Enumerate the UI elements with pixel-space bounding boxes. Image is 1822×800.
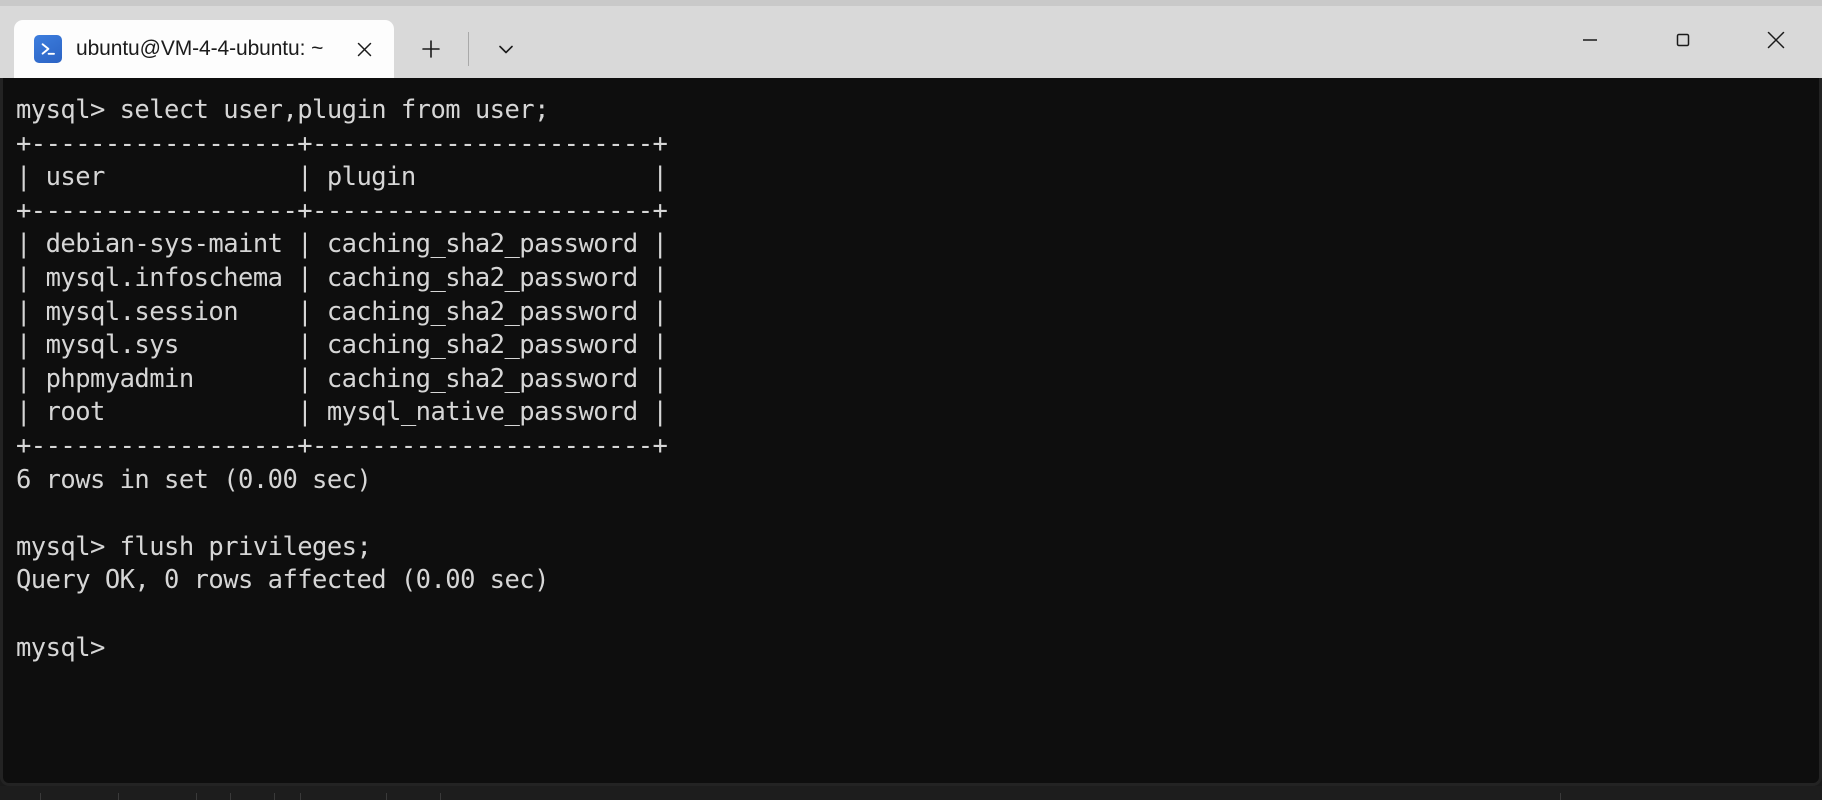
new-tab-group — [394, 20, 533, 78]
minimize-button[interactable] — [1543, 6, 1636, 74]
chevron-down-icon[interactable] — [479, 25, 533, 73]
close-tab-icon[interactable] — [344, 29, 384, 69]
terminal-text: mysql> select user,plugin from user; +--… — [16, 95, 668, 663]
maximize-button[interactable] — [1636, 6, 1729, 74]
terminal-output-pane[interactable]: mysql> select user,plugin from user; +--… — [0, 78, 1822, 786]
tab-strip: ubuntu@VM-4-4-ubuntu: ~ — [0, 6, 1543, 78]
tab-strip-separator — [468, 32, 469, 66]
tab-title: ubuntu@VM-4-4-ubuntu: ~ — [76, 37, 324, 60]
title-bar[interactable]: ubuntu@VM-4-4-ubuntu: ~ — [0, 6, 1822, 78]
terminal-window: ubuntu@VM-4-4-ubuntu: ~ mysql> select us… — [0, 6, 1822, 786]
tab-ubuntu-session[interactable]: ubuntu@VM-4-4-ubuntu: ~ — [14, 20, 394, 78]
new-tab-icon[interactable] — [404, 25, 458, 73]
window-controls — [1543, 6, 1822, 78]
terminal-prompt-icon — [34, 35, 62, 63]
taskbar-sliver — [0, 786, 1822, 800]
close-window-button[interactable] — [1729, 6, 1822, 74]
